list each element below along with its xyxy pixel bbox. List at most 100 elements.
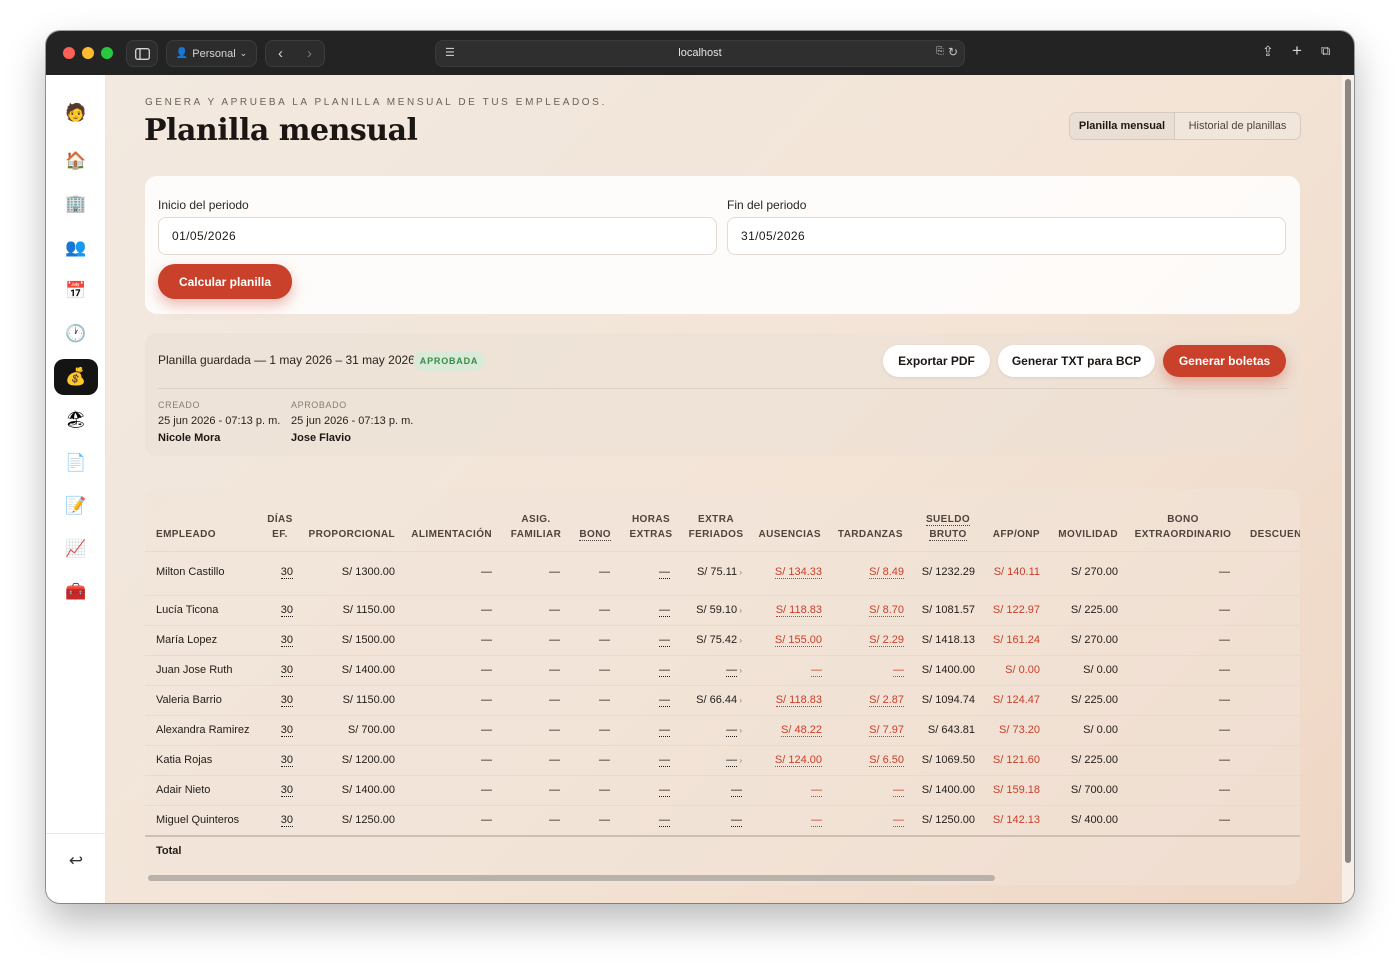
- col-sueldo-line1: SUELDO: [925, 514, 971, 526]
- cell-value: —: [549, 754, 560, 766]
- cell-value: 30: [280, 724, 293, 737]
- close-window-icon[interactable]: [63, 47, 75, 59]
- cell-afp: S/ 161.24: [993, 634, 1040, 646]
- cell-feriados[interactable]: S/ 75.42 ›: [696, 634, 742, 646]
- cell-dias[interactable]: 30: [280, 814, 293, 827]
- cell-bono: —: [599, 694, 610, 706]
- generate-slips-button[interactable]: Generar boletas: [1163, 345, 1286, 377]
- export-pdf-button[interactable]: Exportar PDF: [883, 345, 990, 377]
- vertical-scrollbar-thumb[interactable]: [1345, 79, 1351, 863]
- sidebar-logo[interactable]: 🧑: [54, 95, 98, 131]
- tab-overview-icon[interactable]: ⧉: [1321, 43, 1330, 59]
- cell-dias[interactable]: 30: [280, 566, 293, 579]
- table-row[interactable]: Milton Castillo 30 S/ 1300.00 — — — — S/ 75.11 …: [145, 551, 1300, 595]
- sidebar-item-employees[interactable]: 👥: [54, 230, 98, 266]
- cell-bruto: S/ 1232.29: [922, 566, 975, 578]
- cell-dias[interactable]: 30: [280, 784, 293, 797]
- new-tab-icon[interactable]: +: [1292, 41, 1302, 61]
- browser-titlebar: 👤 Personal ⌄ ‹ › ☰ localhost ⎘ ↻ ⇪ + ⧉: [46, 31, 1354, 75]
- sidebar-item-vacations[interactable]: 🏖: [54, 402, 98, 438]
- sidebar-item-requests[interactable]: 📝: [54, 488, 98, 524]
- table-row[interactable]: Lucía Ticona 30 S/ 1150.00— — — — S/ 59.10 › S/…: [145, 595, 1300, 625]
- col-extra-line2: FERIADOS: [688, 529, 744, 540]
- zoom-window-icon[interactable]: [101, 47, 113, 59]
- sidebar-item-home[interactable]: 🏠: [54, 143, 98, 179]
- tab-planilla-mensual[interactable]: Planilla mensual: [1070, 113, 1175, 139]
- vertical-scrollbar[interactable]: [1342, 75, 1354, 903]
- sidebar-item-payroll[interactable]: 💰: [54, 359, 98, 395]
- cell-dias[interactable]: 30: [280, 664, 293, 677]
- back-icon[interactable]: ‹: [278, 45, 283, 62]
- col-asig-familiar: ASIG. FAMILIAR: [506, 512, 566, 542]
- profile-button[interactable]: 👤 Personal ⌄: [166, 40, 257, 67]
- cell-dias[interactable]: 30: [280, 694, 293, 707]
- total-row: Total: [145, 835, 1300, 865]
- cell-tardanzas: S/ 6.50: [869, 754, 904, 767]
- table-row[interactable]: Valeria Barrio 30 S/ 1150.00 — — — — S/ 66.44 ›…: [145, 685, 1300, 715]
- table-row[interactable]: Alexandra Ramirez 30 S/ 700.00— — — — — › S/ 48…: [145, 715, 1300, 745]
- cell-value: S/ 1250.00: [341, 814, 395, 826]
- cell-value: —: [1219, 724, 1230, 736]
- cell-value: —: [811, 784, 822, 797]
- cell-value: S/ 1300.00: [341, 566, 395, 578]
- address-bar[interactable]: ☰ localhost ⎘ ↻: [435, 40, 965, 67]
- reload-icon[interactable]: ↻: [948, 45, 958, 59]
- cell-value: S/ 118.83: [775, 694, 822, 707]
- generate-txt-button[interactable]: Generar TXT para BCP: [998, 345, 1155, 377]
- cell-value: S/ 225.00: [1070, 694, 1118, 706]
- created-date: 25 jun 2026 - 07:13 p. m.: [158, 415, 281, 427]
- person-icon: 👤: [175, 48, 189, 59]
- sidebar-item-tools[interactable]: 🧰: [54, 574, 98, 610]
- cell-feriados[interactable]: — ›: [726, 724, 742, 737]
- horizontal-scrollbar[interactable]: [148, 875, 995, 881]
- employee-name: María Lopez: [156, 634, 218, 646]
- employee-name: Milton Castillo: [156, 566, 225, 578]
- cell-feriados[interactable]: — ›: [726, 754, 742, 767]
- sidebar-item-documents[interactable]: 📄: [54, 445, 98, 481]
- cell-value: S/ 1400.00: [921, 784, 975, 796]
- cell-feriados[interactable]: — ›: [726, 664, 742, 677]
- cell-dias[interactable]: 30: [280, 634, 293, 647]
- table-row[interactable]: Miguel Quinteros 30 S/ 1250.00 — — — — — — — S/ 12…: [145, 805, 1300, 835]
- end-date-input[interactable]: 31/05/2026: [727, 217, 1286, 255]
- chevron-right-icon: ›: [737, 756, 742, 765]
- period-card: Inicio del periodo 01/05/2026 Fin del pe…: [145, 176, 1300, 314]
- sidebar-item-calendar[interactable]: 📅: [54, 273, 98, 309]
- sidebar-item-reports[interactable]: 📈: [54, 531, 98, 567]
- cell-feriados[interactable]: S/ 75.11 ›: [697, 566, 742, 578]
- table-row[interactable]: Katia Rojas 30 S/ 1200.00— — — — — › S/ 124.00 S…: [145, 745, 1300, 775]
- table-row[interactable]: Juan Jose Ruth 30 S/ 1400.00— — — — — › — — S/ 14…: [145, 655, 1300, 685]
- cell-value: 30: [280, 694, 293, 707]
- translate-icon[interactable]: ⎘: [936, 46, 944, 57]
- tab-historial[interactable]: Historial de planillas: [1175, 113, 1300, 139]
- sidebar-toggle-icon[interactable]: [126, 40, 158, 67]
- cell-dias[interactable]: 30: [280, 754, 293, 767]
- cell-movilidad: S/ 0.00: [1083, 724, 1118, 736]
- cell-value: S/ 2.29: [869, 634, 904, 647]
- cell-asig: —: [549, 664, 560, 676]
- sidebar-item-company[interactable]: 🏢: [54, 186, 98, 222]
- sidebar-item-attendance[interactable]: 🕐: [54, 316, 98, 352]
- cell-feriados[interactable]: —: [731, 814, 742, 827]
- forward-icon[interactable]: ›: [307, 45, 312, 62]
- cell-dias[interactable]: 30: [280, 724, 293, 737]
- cell-asig: —: [549, 814, 560, 826]
- table-row[interactable]: Adair Nieto 30 S/ 1400.00 — — — — — — — S/ 1400.00…: [145, 775, 1300, 805]
- minimize-window-icon[interactable]: [82, 47, 94, 59]
- table-row[interactable]: María Lopez 30 S/ 1500.00— — — — S/ 75.42 › S/ …: [145, 625, 1300, 655]
- cell-feriados[interactable]: —: [731, 784, 742, 797]
- saved-divider: [158, 388, 1288, 389]
- cell-value: —: [549, 784, 560, 796]
- cell-value: —: [1219, 604, 1230, 616]
- cell-movilidad: S/ 700.00: [1071, 784, 1118, 796]
- logout-button[interactable]: ↩: [54, 843, 98, 879]
- cell-value: —: [659, 814, 670, 827]
- cell-bruto: S/ 1081.57: [922, 604, 975, 616]
- calculate-payroll-button[interactable]: Calcular planilla: [158, 264, 292, 299]
- share-icon[interactable]: ⇪: [1262, 43, 1274, 60]
- cell-feriados[interactable]: S/ 66.44 ›: [696, 694, 742, 706]
- cell-asig: —: [549, 604, 560, 616]
- cell-dias[interactable]: 30: [280, 604, 293, 617]
- start-date-input[interactable]: 01/05/2026: [158, 217, 717, 255]
- cell-feriados[interactable]: S/ 59.10 ›: [696, 604, 742, 616]
